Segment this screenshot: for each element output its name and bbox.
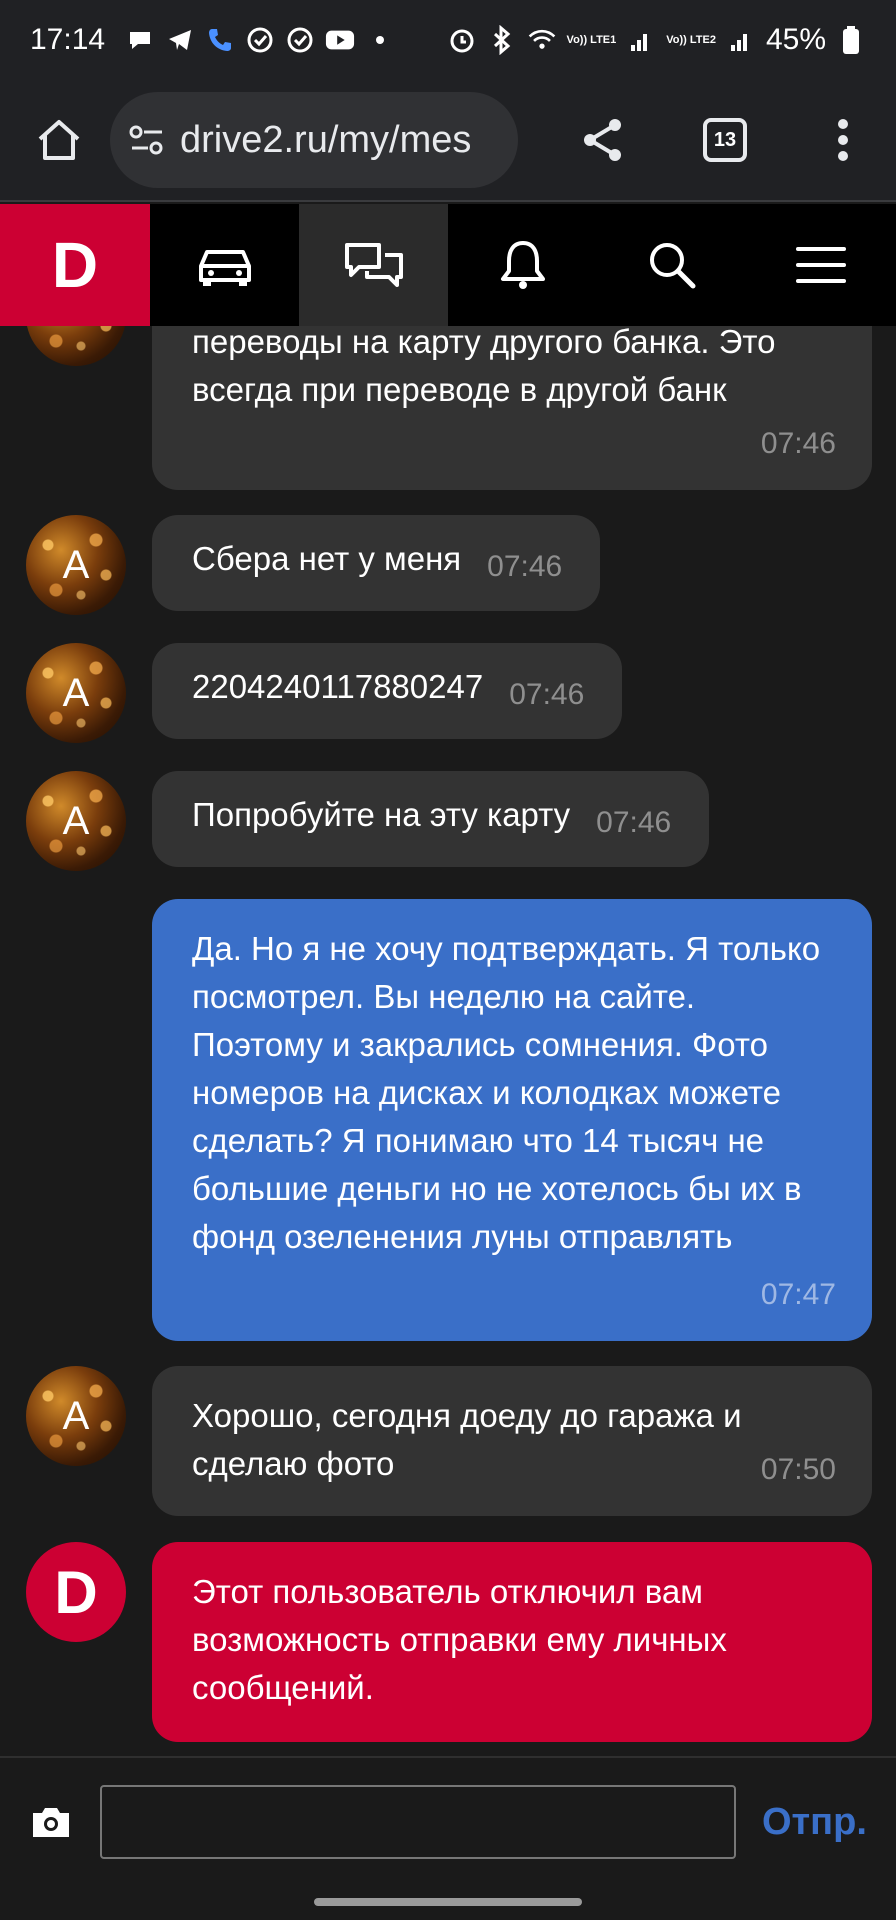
attach-photo-button[interactable] <box>26 1797 76 1847</box>
messages-icon <box>344 243 403 287</box>
tabs-button[interactable]: 13 <box>680 95 770 185</box>
more-vert-icon <box>838 119 848 161</box>
phone-call-icon <box>205 25 235 55</box>
message-time: 07:47 <box>760 1278 836 1311</box>
share-icon <box>584 119 621 161</box>
nav-search[interactable] <box>597 204 746 326</box>
message-bubble: Хорошо, сегодня доеду до гаража и сделаю… <box>152 1366 872 1516</box>
status-time: 17:14 <box>30 23 106 56</box>
avatar[interactable]: А <box>26 1366 126 1466</box>
avatar[interactable]: А <box>26 515 126 615</box>
avatar[interactable]: А <box>26 771 126 871</box>
send-button[interactable]: Отпр. <box>762 1801 867 1844</box>
car-icon <box>198 250 251 286</box>
message-time: 07:46 <box>509 678 585 711</box>
check-circle-icon-2 <box>285 25 315 55</box>
avatar[interactable]: А <box>26 643 126 743</box>
chat-notification-icon <box>125 25 155 55</box>
gesture-bar[interactable] <box>314 1898 582 1906</box>
message-bubble: 2204240117880247 07:46 <box>152 643 623 739</box>
message-text: 2204240117880247 <box>192 668 484 705</box>
more-notifications-dot-icon <box>365 25 395 55</box>
bell-icon <box>500 241 545 289</box>
url-text[interactable]: drive2.ru/my/mes <box>180 119 471 162</box>
lte1-label: Vo)) LTE1 <box>566 33 617 46</box>
site-nav: D <box>0 204 896 326</box>
message-time: 07:46 <box>596 806 672 839</box>
search-icon <box>649 243 695 289</box>
nav-notifications[interactable] <box>448 204 597 326</box>
message-text: Попробуйте на эту карту <box>192 796 571 833</box>
camera-icon <box>33 1808 69 1837</box>
drive2-logo[interactable]: D <box>0 204 150 326</box>
avatar[interactable] <box>26 326 126 366</box>
message-bubble: переводы на карту другого банка. Это все… <box>152 326 872 490</box>
message-text: Хорошо, сегодня доеду до гаража и сделаю… <box>192 1397 742 1482</box>
nav-messages[interactable] <box>299 204 448 326</box>
battery-percent: 45% <box>765 23 826 56</box>
message-bubble: Сбера нет у меня 07:46 <box>152 515 601 611</box>
browser-menu-button[interactable] <box>798 95 888 185</box>
nav-menu[interactable] <box>746 204 895 326</box>
alarm-icon <box>447 25 477 55</box>
site-settings-icon[interactable] <box>128 123 166 157</box>
status-bar: 17:14 Vo)) LTE1 Vo)) LTE2 45% <box>0 0 896 80</box>
message-text: переводы на карту другого банка. Это все… <box>192 326 776 408</box>
message-bubble-own: Да. Но я не хочу подтверждать. Я только … <box>152 899 872 1341</box>
message-text: Сбера нет у меня <box>192 540 462 577</box>
signal-2-icon <box>726 25 756 55</box>
browser-toolbar: drive2.ru/my/mes 13 <box>0 80 896 202</box>
message-composer: Отпр. <box>0 1756 896 1886</box>
home-button[interactable] <box>14 95 104 185</box>
message-time: 07:46 <box>760 427 836 460</box>
message-time: 07:46 <box>487 550 563 583</box>
message-bubble: Попробуйте на эту карту 07:46 <box>152 771 710 867</box>
message-text: Да. Но я не хочу подтверждать. Я только … <box>192 930 821 1255</box>
wifi-icon <box>527 25 557 55</box>
address-bar[interactable]: drive2.ru/my/mes <box>110 92 518 188</box>
signal-1-icon <box>626 25 656 55</box>
youtube-icon <box>325 25 355 55</box>
tab-count: 13 <box>703 118 747 162</box>
blocked-notice: Этот пользователь отключил вам возможнос… <box>152 1542 872 1742</box>
message-list[interactable]: переводы на карту другого банка. Это все… <box>0 326 896 1756</box>
message-input[interactable] <box>100 1785 736 1859</box>
drive2-avatar: D <box>26 1542 126 1642</box>
check-circle-icon <box>245 25 275 55</box>
telegram-icon <box>165 25 195 55</box>
share-button[interactable] <box>558 95 648 185</box>
battery-icon <box>836 25 866 55</box>
nav-cars[interactable] <box>150 204 299 326</box>
lte2-label: Vo)) LTE2 <box>666 33 716 46</box>
message-text: Этот пользователь отключил вам возможнос… <box>192 1573 727 1706</box>
bluetooth-icon <box>487 25 517 55</box>
message-time: 07:50 <box>760 1453 836 1486</box>
home-icon <box>38 120 80 160</box>
hamburger-menu-icon <box>795 247 846 283</box>
